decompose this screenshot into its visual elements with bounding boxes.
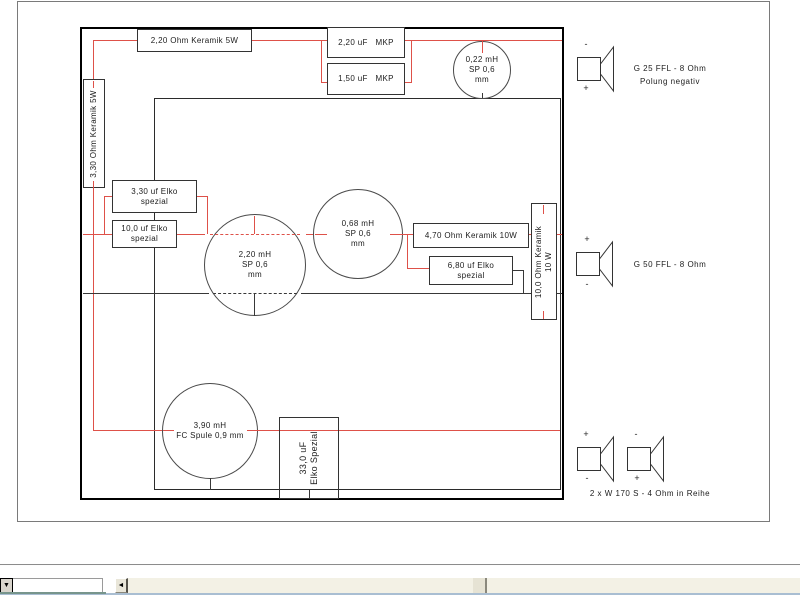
wire (411, 40, 412, 82)
capacitor-10-0uf-elko[interactable]: 10,0 uf Elko spezial (112, 220, 177, 248)
midrange-label: G 50 FFL - 8 Ohm (633, 260, 707, 269)
component-label: 10,0 uf Elko (121, 224, 168, 233)
wire (543, 311, 544, 319)
component-label: 3,90 mH (193, 421, 227, 430)
arrow-left-icon: ◄ (117, 582, 125, 589)
component-label: FC Spule 0,9 mm (176, 431, 244, 440)
wire (513, 270, 523, 271)
divider-highlight (0, 565, 800, 566)
component-label: SP 0,6 (345, 229, 371, 238)
wire (315, 234, 327, 235)
resistor-2-20-ohm-keramik[interactable]: 2,20 Ohm Keramik 5W (137, 29, 252, 52)
component-label: 3,30 Ohm Keramik 5W (89, 89, 99, 178)
component-label: 10 W (544, 251, 554, 272)
resistor-3-30-ohm-keramik[interactable]: 3,30 Ohm Keramik 5W (83, 79, 105, 188)
scroll-left-button[interactable]: ◄ (115, 578, 128, 593)
wire (482, 40, 483, 53)
wire (210, 478, 211, 490)
component-label: 0,22 mH (465, 55, 499, 64)
component-label: 2,20 uF MKP (338, 37, 394, 47)
capacitor-1-50uf-mkp[interactable]: 1,50 uF MKP (327, 63, 405, 95)
component-label: mm (474, 75, 490, 84)
polarity-sign: + (583, 429, 589, 439)
wire (482, 93, 483, 98)
wire (254, 293, 255, 316)
wire (405, 82, 412, 83)
polarity-sign: - (585, 473, 589, 483)
wire (301, 293, 531, 294)
component-label: mm (247, 270, 263, 279)
bottom-edge-strip-left (0, 592, 106, 594)
woofer-label: 2 x W 170 S - 4 Ohm in Reihe (589, 489, 711, 498)
component-label: Elko Spezial (308, 431, 319, 485)
wire (93, 40, 94, 80)
polarity-sign: - (585, 279, 589, 289)
capacitor-2-20uf-mkp[interactable]: 2,20 uF MKP (327, 27, 405, 58)
wire (197, 196, 207, 197)
component-label: SP 0,6 (469, 65, 495, 74)
wire (254, 216, 255, 234)
wire (309, 490, 310, 499)
wire (557, 234, 562, 235)
wire (93, 81, 94, 88)
wire (207, 196, 208, 234)
wire (252, 40, 327, 41)
component-label: 10,0 Ohm Keramik (534, 225, 544, 298)
wire (83, 234, 112, 235)
app-window: 3,30 Ohm Keramik 5W 2,20 Ohm Keramik 5W … (0, 0, 800, 595)
wire-dashed (210, 234, 300, 235)
component-label: spezial (130, 234, 159, 243)
polarity-sign: - (634, 429, 638, 439)
component-label: spezial (457, 270, 485, 280)
wire (177, 234, 205, 235)
inductor-2-20mh[interactable]: 2,20 mH SP 0,6 mm (204, 214, 306, 316)
wire (321, 40, 322, 82)
polarity-sign: - (584, 39, 588, 49)
component-label: 0,68 mH (341, 219, 375, 228)
wire (543, 205, 544, 214)
wire (104, 196, 112, 197)
horizontal-scrollbar-thumb[interactable] (473, 578, 487, 593)
component-label: 2,20 Ohm Keramik 5W (150, 35, 239, 45)
wire (407, 268, 429, 269)
inductor-3-90mh[interactable]: 3,90 mH FC Spule 0,9 mm (162, 383, 258, 479)
wire (407, 234, 408, 268)
wire (403, 234, 413, 235)
wire (390, 234, 403, 235)
wire (93, 188, 94, 431)
wire-dashed (213, 293, 297, 294)
polarity-sign: + (634, 473, 640, 483)
tweeter-label: G 25 FFL - 8 Ohm Polung negativ (633, 64, 707, 86)
chevron-down-icon: ▼ (3, 582, 10, 589)
horizontal-scrollbar-track[interactable] (128, 578, 800, 593)
dropdown-button[interactable]: ▼ (0, 578, 13, 593)
dropdown-field[interactable] (13, 578, 103, 593)
polarity-sign: + (583, 83, 589, 93)
component-label: SP 0,6 (242, 260, 268, 269)
capacitor-3-30uf-elko[interactable]: 3,30 uf Elko spezial (112, 180, 197, 213)
wire (247, 430, 258, 431)
wire (163, 430, 174, 431)
component-label: 1,50 uF MKP (338, 74, 394, 83)
polarity-sign: + (584, 234, 590, 244)
resistor-4-70-ohm-keramik[interactable]: 4,70 Ohm Keramik 10W (413, 223, 529, 248)
capacitor-33-0uf-elko[interactable]: 33,0 uF Elko Spezial (279, 417, 339, 499)
wire (83, 293, 209, 294)
component-label: 4,70 Ohm Keramik 10W (424, 230, 518, 240)
wire (93, 430, 162, 431)
resistor-10-0-ohm-keramik[interactable]: 10,0 Ohm Keramik 10 W (531, 203, 557, 320)
component-label: 3,30 uf Elko (131, 186, 178, 196)
component-label: mm (350, 239, 366, 248)
component-label: 2,20 mH (238, 250, 272, 259)
capacitor-6-80uf-elko[interactable]: 6,80 uf Elko spezial (429, 256, 513, 285)
wire (523, 270, 524, 293)
component-label: 6,80 uf Elko (447, 260, 495, 270)
wire (557, 293, 562, 294)
wire (93, 181, 94, 189)
wire (104, 196, 105, 234)
component-label: 33,0 uF (297, 441, 308, 475)
component-label: spezial (140, 196, 169, 206)
wire (93, 40, 137, 41)
